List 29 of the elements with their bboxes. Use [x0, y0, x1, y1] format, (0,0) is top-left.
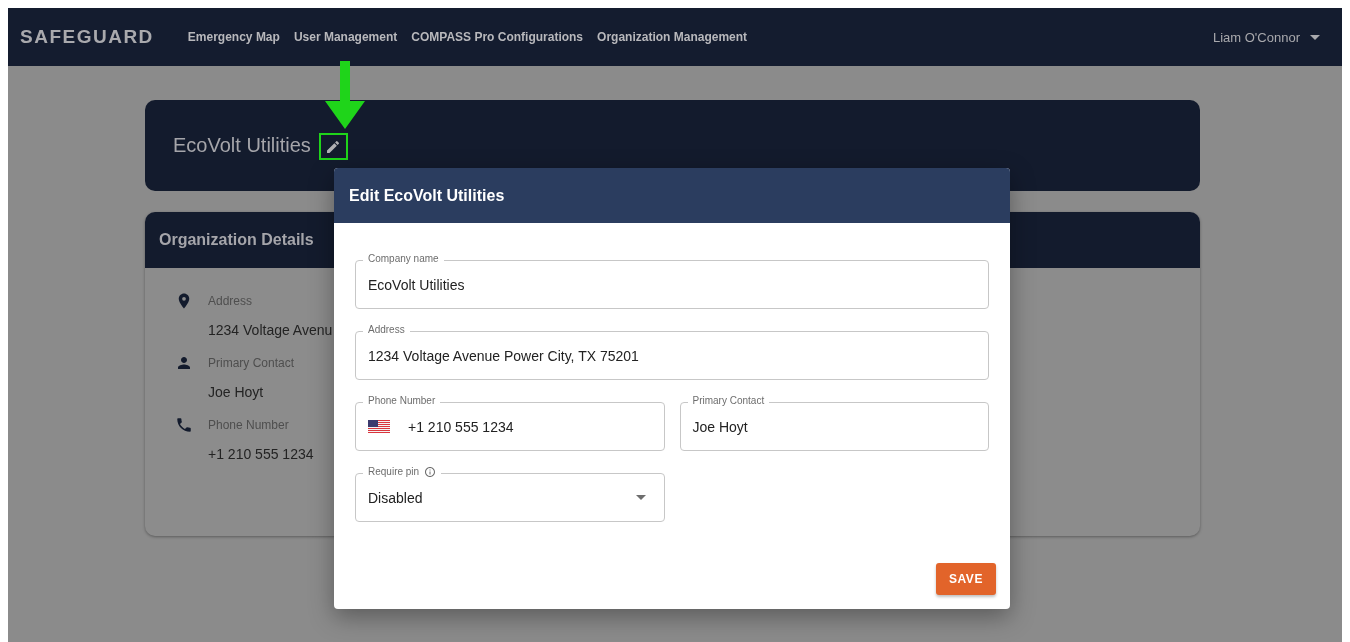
- detail-label: Address: [208, 294, 253, 308]
- person-icon: [175, 354, 193, 372]
- edit-button[interactable]: [318, 133, 348, 160]
- organization-name: EcoVolt Utilities: [173, 134, 311, 157]
- detail-label: Phone Number: [208, 418, 289, 432]
- user-menu[interactable]: Liam O'Connor: [1208, 29, 1330, 45]
- detail-value: +1 210 555 1234: [208, 446, 314, 462]
- field-value: Disabled: [368, 489, 424, 506]
- field-value: +1 210 555 1234: [408, 418, 515, 435]
- caret-icon: [1310, 34, 1320, 40]
- phone-icon: [175, 416, 193, 434]
- detail-value: Joe Hoyt: [208, 384, 264, 400]
- nav-link[interactable]: User Management: [293, 30, 398, 44]
- field-value: Joe Hoyt: [692, 418, 749, 435]
- nav-link[interactable]: Emergency Map: [187, 30, 280, 44]
- annotation-arrow: [325, 61, 365, 129]
- detail-label: Primary Contact: [208, 356, 295, 370]
- logo: SAFEGUARD: [20, 26, 154, 48]
- nav-link[interactable]: COMPASS Pro Configurations: [411, 30, 584, 44]
- details-title: Organization Details: [159, 231, 314, 249]
- info-icon: [424, 466, 437, 478]
- detail-value: 1234 Voltage Avenu: [208, 322, 333, 338]
- nav-link[interactable]: Organization Management: [597, 30, 748, 44]
- us-flag-icon: [368, 420, 390, 433]
- field-value: 1234 Voltage Avenue Power City, TX 75201: [368, 347, 640, 364]
- caret-icon: [635, 495, 646, 500]
- pencil-icon: [325, 138, 342, 155]
- dialog-title: Edit EcoVolt Utilities: [349, 186, 505, 205]
- field-value: EcoVolt Utilities: [368, 276, 466, 293]
